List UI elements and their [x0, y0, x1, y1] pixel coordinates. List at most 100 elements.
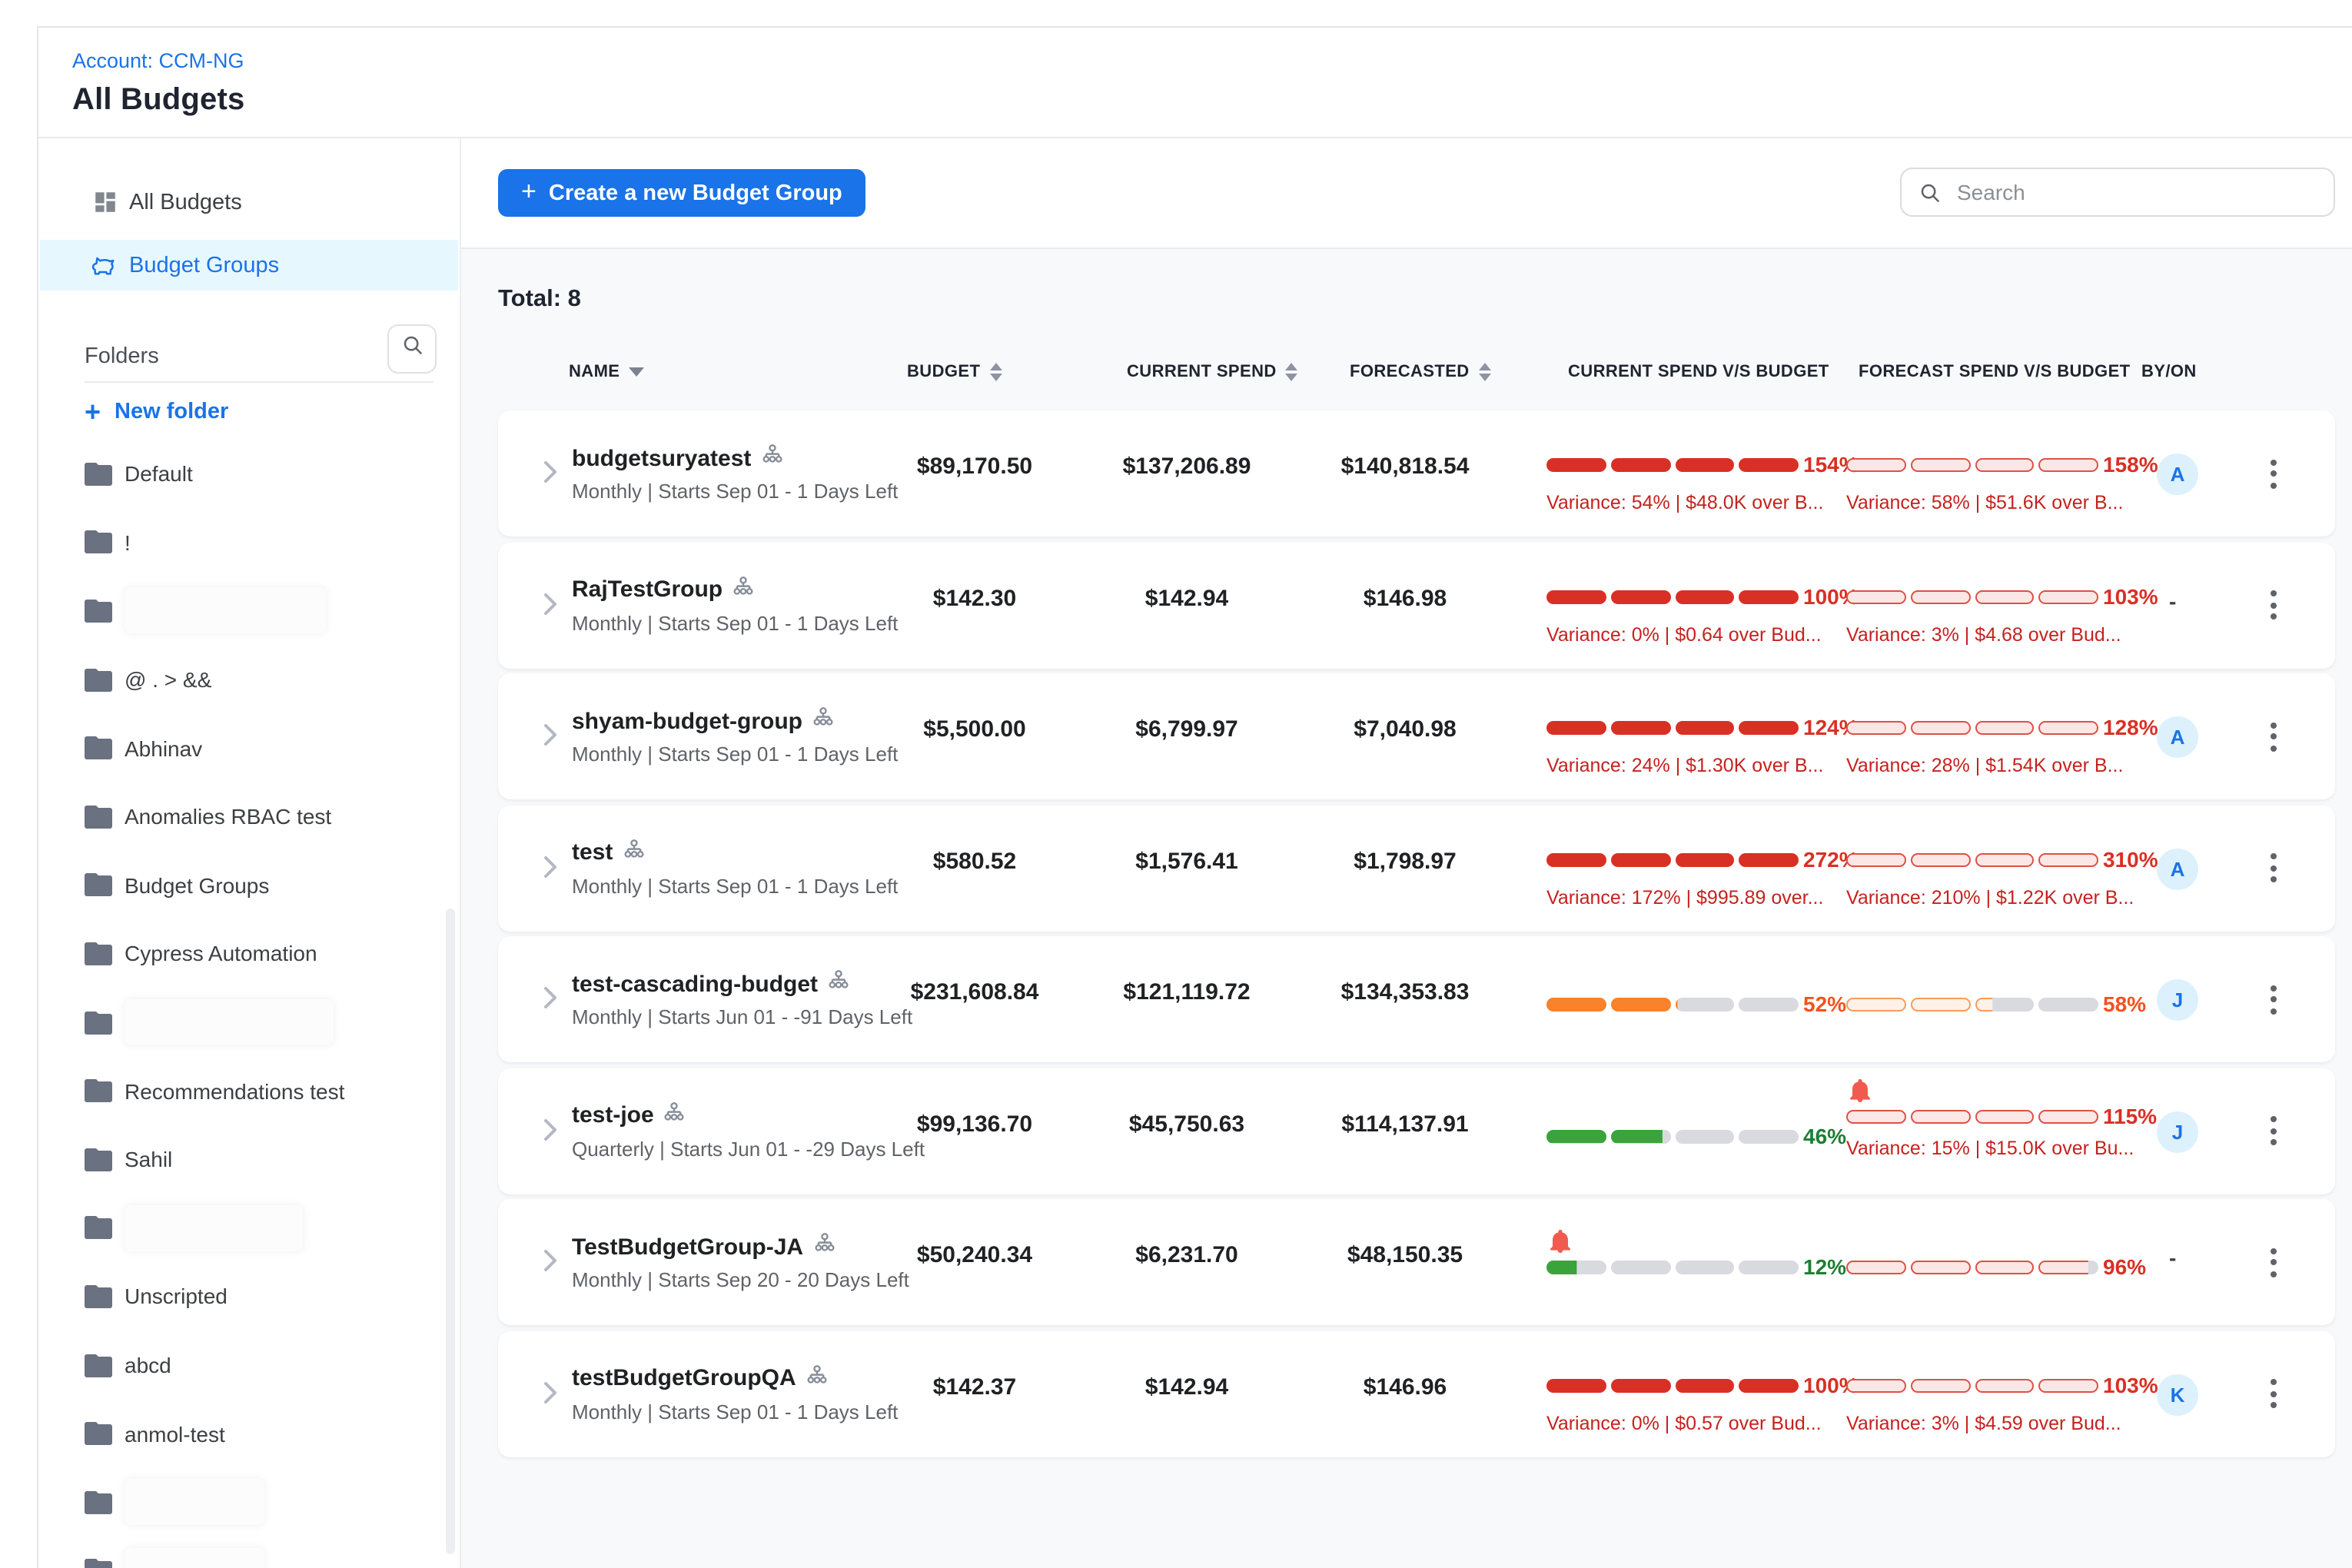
chevron-right-icon[interactable] [544, 461, 556, 490]
bell-alert-icon [1550, 1230, 1571, 1253]
budget-group-row[interactable]: test-cascading-budget Monthly | Starts J… [498, 936, 2335, 1062]
hierarchy-icon [733, 576, 753, 603]
sidebar-item-budget-groups[interactable]: Budget Groups [40, 240, 458, 291]
chevron-right-icon[interactable] [544, 1381, 556, 1410]
folder-item[interactable]: Default [38, 440, 460, 508]
budget-app: Account: CCM-NG All Budgets All Budgets [0, 0, 2352, 1568]
folder-item[interactable]: abcd [38, 1330, 460, 1399]
current-variance-text: Variance: 24% | $1.30K over B... [1546, 755, 1823, 776]
kebab-menu-icon[interactable] [2261, 1109, 2286, 1152]
budget-group-row[interactable]: RajTestGroup Monthly | Starts Sep 01 - 1… [498, 542, 2335, 668]
folders-section-label: Folders [85, 344, 159, 369]
plus-icon: + [521, 177, 537, 208]
budget-schedule: Monthly | Starts Jun 01 - -91 Days Left [572, 1005, 912, 1028]
folder-item[interactable]: @ . > && [38, 646, 460, 714]
folder-item[interactable]: Anomalies RBAC test [38, 782, 460, 851]
column-header-current-vs-budget: CURRENT SPEND V/S BUDGET [1568, 363, 1829, 381]
folder-icon [85, 942, 112, 965]
kebab-menu-icon[interactable] [2261, 978, 2286, 1021]
folder-item[interactable]: Budget Groups [38, 851, 460, 919]
folder-item[interactable]: anmol-test [38, 1400, 460, 1468]
budget-group-name[interactable]: TestBudgetGroup-JA [572, 1234, 803, 1260]
chevron-right-icon[interactable] [544, 724, 556, 753]
forecasted-amount: $48,150.35 [1347, 1242, 1463, 1268]
sidebar-scrollbar[interactable] [446, 909, 455, 1554]
budget-amount: $142.30 [933, 585, 1016, 611]
current-spend-amount: $6,231.70 [1135, 1242, 1237, 1268]
budget-group-name[interactable]: shyam-budget-group [572, 708, 802, 734]
folder-icon [85, 1422, 112, 1445]
current-spend-bar [1546, 1129, 1799, 1143]
forecast-variance-text: Variance: 15% | $15.0K over Bu... [1846, 1137, 2134, 1158]
kebab-menu-icon[interactable] [2261, 452, 2286, 495]
current-spend-bar [1546, 852, 1799, 866]
folder-item[interactable] [38, 1536, 460, 1568]
create-budget-group-button[interactable]: + Create a new Budget Group [498, 169, 865, 217]
column-header-forecasted[interactable]: FORECASTED [1350, 363, 1491, 381]
folder-item[interactable]: Cypress Automation [38, 919, 460, 988]
column-header-current-spend[interactable]: CURRENT SPEND [1127, 363, 1298, 381]
folder-icon [85, 463, 112, 486]
chevron-right-icon[interactable] [544, 1118, 556, 1148]
budget-group-name[interactable]: test [572, 839, 613, 865]
budget-group-row[interactable]: budgetsuryatest Monthly | Starts Sep 01 … [498, 410, 2335, 537]
budget-group-row[interactable]: TestBudgetGroup-JA Monthly | Starts Sep … [498, 1199, 2335, 1325]
folder-item[interactable] [38, 1194, 460, 1262]
budget-group-name[interactable]: RajTestGroup [572, 576, 723, 603]
budget-group-row[interactable]: shyam-budget-group Monthly | Starts Sep … [498, 673, 2335, 799]
forecast-spend-bar [1846, 721, 2098, 735]
new-folder-label: New folder [115, 400, 228, 424]
folder-label-redacted [125, 999, 334, 1045]
kebab-menu-icon[interactable] [2261, 715, 2286, 758]
hierarchy-icon [807, 1364, 827, 1392]
column-header-budget[interactable]: BUDGET [907, 363, 1002, 381]
account-breadcrumb-link[interactable]: Account: CCM-NG [72, 49, 244, 72]
budget-group-name[interactable]: budgetsuryatest [572, 445, 751, 471]
kebab-menu-icon[interactable] [2261, 1372, 2286, 1415]
folder-icon [85, 1354, 112, 1377]
budget-schedule: Monthly | Starts Sep 01 - 1 Days Left [572, 1400, 898, 1423]
folder-item[interactable]: Recommendations test [38, 1057, 460, 1125]
column-header-name[interactable]: NAME [569, 363, 644, 381]
chevron-right-icon[interactable] [544, 1250, 556, 1279]
page-title: All Budgets [72, 83, 244, 118]
folder-item[interactable] [38, 1468, 460, 1536]
folder-item[interactable] [38, 576, 460, 645]
kebab-menu-icon[interactable] [2261, 583, 2286, 626]
kebab-menu-icon[interactable] [2261, 846, 2286, 889]
main-panel: + Create a new Budget Group Total: 8 [461, 138, 2352, 1568]
sidebar-item-label: Budget Groups [129, 253, 279, 277]
current-spend-percent: 46% [1803, 1123, 1846, 1148]
hierarchy-icon [623, 839, 643, 866]
folder-item[interactable]: Unscripted [38, 1262, 460, 1330]
chevron-right-icon[interactable] [544, 855, 556, 885]
folder-label: Recommendations test [125, 1078, 344, 1103]
kebab-menu-icon[interactable] [2261, 1241, 2286, 1284]
avatar: A [2157, 848, 2198, 889]
folders-search-button[interactable] [387, 324, 437, 374]
forecasted-amount: $1,798.97 [1354, 848, 1456, 874]
forecast-variance-text: Variance: 28% | $1.54K over B... [1846, 755, 2123, 776]
folder-item[interactable]: ! [38, 508, 460, 576]
budget-group-name[interactable]: testBudgetGroupQA [572, 1365, 796, 1391]
budget-group-row[interactable]: testBudgetGroupQA Monthly | Starts Sep 0… [498, 1330, 2335, 1457]
folder-icon [85, 1217, 112, 1240]
forecasted-amount: $134,353.83 [1341, 979, 1470, 1005]
search-input[interactable] [1954, 178, 2334, 206]
folder-label-redacted [125, 1205, 303, 1251]
avatar: J [2157, 979, 2198, 1021]
chevron-right-icon[interactable] [544, 987, 556, 1016]
budget-amount: $50,240.34 [917, 1242, 1032, 1268]
budget-group-name[interactable]: test-joe [572, 1102, 654, 1128]
folder-item[interactable] [38, 988, 460, 1057]
folder-item[interactable]: Sahil [38, 1125, 460, 1194]
sidebar-item-all-budgets[interactable]: All Budgets [40, 177, 458, 228]
budget-group-row[interactable]: test Monthly | Starts Sep 01 - 1 Days Le… [498, 805, 2335, 931]
chevron-right-icon[interactable] [544, 593, 556, 622]
new-folder-button[interactable]: + New folder [85, 400, 228, 424]
folder-label: Sahil [125, 1147, 172, 1171]
folder-item[interactable]: Abhinav [38, 714, 460, 782]
folder-icon [85, 1285, 112, 1308]
budget-group-name[interactable]: test-cascading-budget [572, 971, 818, 997]
budget-group-row[interactable]: test-joe Quarterly | Starts Jun 01 - -29… [498, 1068, 2335, 1194]
